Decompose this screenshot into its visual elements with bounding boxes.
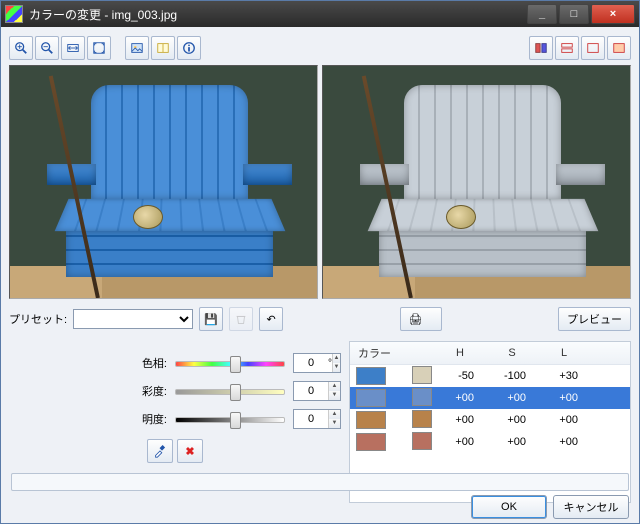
preview-after[interactable] [322, 65, 631, 299]
col-l: L [542, 347, 594, 359]
cancel-button[interactable]: キャンセル [553, 495, 629, 519]
printer-icon: 🖨 [409, 313, 423, 326]
color-row[interactable]: +00+00+00 [350, 387, 630, 409]
preview-panes [1, 63, 639, 301]
fit-screen-button[interactable] [87, 36, 111, 60]
view-original-button[interactable] [607, 36, 631, 60]
preview-button[interactable]: プレビュー [558, 307, 631, 331]
sat-slider[interactable] [175, 382, 285, 400]
preset-row: プリセット: 💾 ↶ 🖨 プレビュー [1, 301, 639, 337]
preset-label: プリセット: [9, 311, 67, 327]
maximize-button[interactable]: □ [559, 4, 589, 24]
light-spin[interactable]: ▲▼ [293, 409, 341, 429]
preview-before[interactable] [9, 65, 318, 299]
color-row[interactable]: -50-100+30 [350, 365, 630, 387]
dialog-window: カラーの変更 - img_003.jpg _ □ × [0, 0, 640, 524]
preset-select[interactable] [73, 309, 193, 329]
dialog-content: プリセット: 💾 ↶ 🖨 プレビュー 色相: °▲▼ 彩度: [1, 27, 639, 523]
titlebar[interactable]: カラーの変更 - img_003.jpg _ □ × [1, 1, 639, 27]
toolbar [1, 27, 639, 63]
reset-button[interactable]: ✖ [177, 439, 203, 463]
color-row[interactable]: +00+00+00 [350, 409, 630, 431]
print-preview-button[interactable]: 🖨 [400, 307, 442, 331]
app-icon [5, 5, 23, 23]
light-slider[interactable] [175, 410, 285, 428]
picture-icon[interactable] [125, 36, 149, 60]
color-row[interactable]: +00+00+00 [350, 431, 630, 453]
col-h: H [438, 347, 490, 359]
window-title: カラーの変更 - img_003.jpg [29, 6, 525, 23]
close-button[interactable]: × [591, 4, 635, 24]
zoom-out-button[interactable] [35, 36, 59, 60]
preset-delete-button[interactable] [229, 307, 253, 331]
col-s: S [490, 347, 542, 359]
preset-undo-button[interactable]: ↶ [259, 307, 283, 331]
ok-button[interactable]: OK [471, 495, 547, 519]
view-split-button[interactable] [529, 36, 553, 60]
zoom-in-button[interactable] [9, 36, 33, 60]
book-icon[interactable] [151, 36, 175, 60]
sat-label: 彩度: [131, 383, 167, 399]
eyedropper-button[interactable] [147, 439, 173, 463]
light-label: 明度: [131, 411, 167, 427]
view-single-button[interactable] [581, 36, 605, 60]
info-icon[interactable] [177, 36, 201, 60]
col-color: カラー [350, 345, 414, 361]
preset-save-button[interactable]: 💾 [199, 307, 223, 331]
hue-label: 色相: [131, 355, 167, 371]
sat-spin[interactable]: ▲▼ [293, 381, 341, 401]
minimize-button[interactable]: _ [527, 4, 557, 24]
hue-slider[interactable] [175, 354, 285, 372]
view-rows-button[interactable] [555, 36, 579, 60]
fit-width-button[interactable] [61, 36, 85, 60]
progress-bar [11, 473, 629, 491]
hue-spin[interactable]: °▲▼ [293, 353, 341, 373]
